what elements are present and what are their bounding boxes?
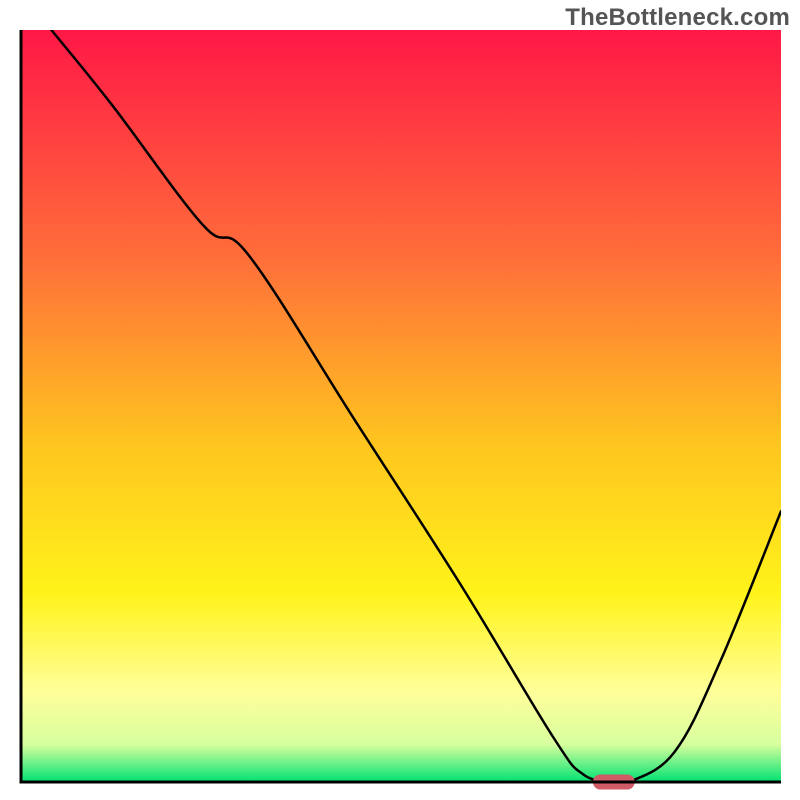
watermark-label: TheBottleneck.com [565, 4, 790, 32]
plot-svg [0, 0, 800, 800]
plot-background [21, 30, 781, 782]
bottleneck-chart: TheBottleneck.com [0, 0, 800, 800]
